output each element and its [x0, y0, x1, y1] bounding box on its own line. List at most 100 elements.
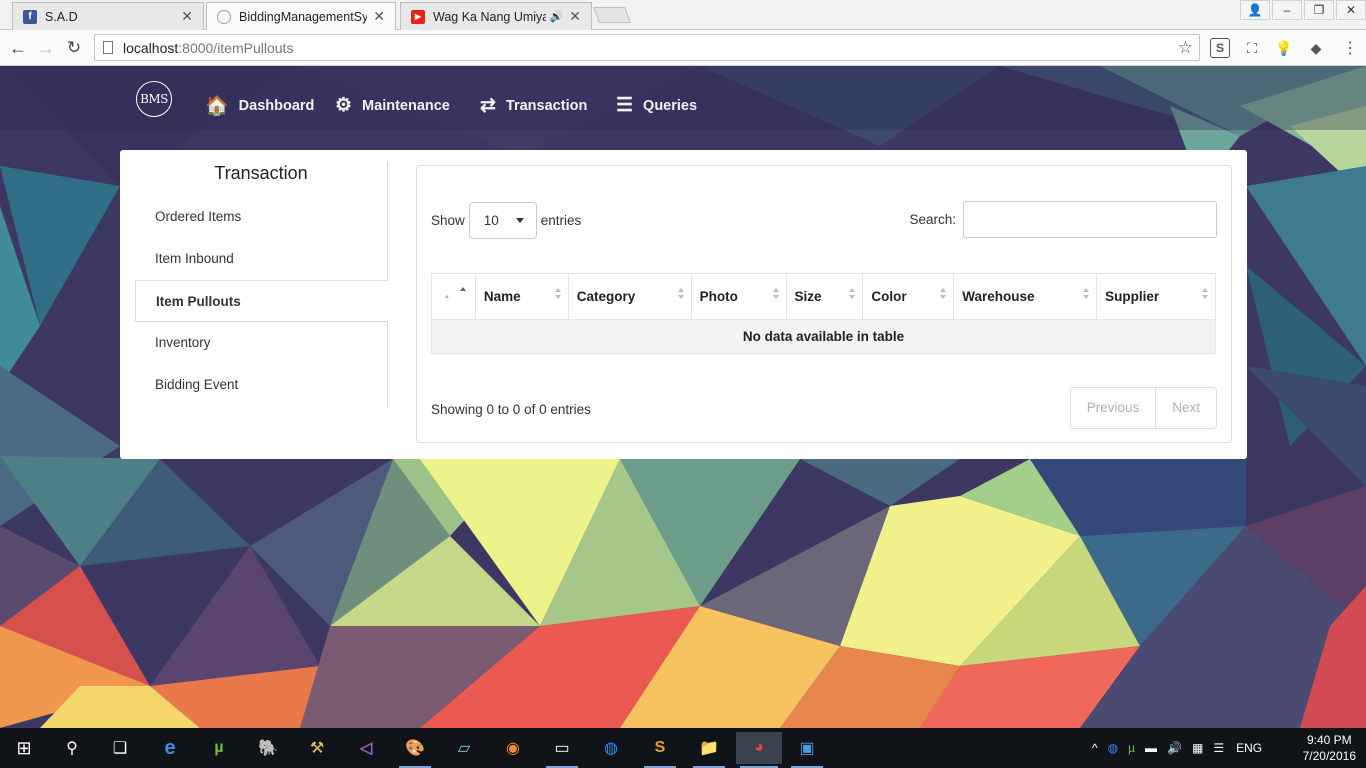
reload-button[interactable]: ↻	[62, 36, 86, 60]
search-icon[interactable]: ⚲	[52, 732, 92, 764]
sublime-icon[interactable]: S	[640, 732, 680, 768]
entries-select-value: 10	[483, 213, 499, 228]
visual-studio-icon[interactable]: ◁	[346, 732, 386, 764]
audio-playing-icon[interactable]: 🔊	[550, 10, 564, 23]
entries-select[interactable]: 10	[468, 202, 537, 239]
tray-utorrent-icon[interactable]: µ	[1128, 741, 1135, 755]
column-header-category[interactable]: Category	[567, 273, 692, 320]
search-control: Search:	[909, 201, 1217, 238]
url-text: localhost:8000/itemPullouts	[123, 39, 294, 56]
restore-button[interactable]: ❐	[1304, 0, 1334, 20]
battery-icon[interactable]: ▬	[1145, 741, 1157, 755]
search-input[interactable]	[963, 201, 1217, 238]
chrome-menu-icon[interactable]: ⋮	[1340, 38, 1360, 58]
clock-time: 9:40 PM	[1306, 733, 1352, 747]
language-indicator[interactable]: ENG	[1236, 741, 1262, 755]
extension-s-icon[interactable]: S	[1210, 38, 1230, 58]
tools-icon[interactable]: ⚒	[297, 732, 337, 764]
sidebar-item-bidding-event[interactable]: Bidding Event	[135, 364, 387, 406]
page-loading-icon	[217, 9, 231, 24]
datatable-card: Show 10 entries Search: ▲ Name Category …	[416, 165, 1232, 443]
screenshot-extension-icon[interactable]: ⛶	[1242, 38, 1262, 58]
app-icon[interactable]: ▣	[787, 732, 827, 768]
sidebar-title: Transaction	[214, 163, 308, 183]
youtube-icon: ▶	[411, 9, 425, 24]
page-viewport: BMS 🏠 Dashboard ⚙ Maintenance ⇄ Transact…	[0, 66, 1366, 728]
sidebar-item-item-pullouts[interactable]: Item Pullouts	[135, 280, 388, 322]
task-view-icon[interactable]: ❏	[100, 732, 140, 764]
nav-queries[interactable]: ☰ Queries	[616, 94, 697, 117]
clock-date: 7/20/2016	[1302, 749, 1356, 763]
tab-youtube[interactable]: ▶ Wag Ka Nang Umiyak 🔊 ✕	[400, 2, 592, 30]
tray-messenger-icon[interactable]: ◍	[1108, 741, 1118, 755]
explorer-icon[interactable]: 📁	[689, 732, 729, 768]
clock[interactable]: 9:40 PM 7/20/2016	[1303, 732, 1356, 764]
back-button[interactable]: ←	[6, 36, 30, 60]
tab-facebook[interactable]: f S.A.D ✕	[12, 2, 204, 30]
tab-bidding[interactable]: BiddingManagementSyst ✕	[206, 2, 396, 30]
column-header-photo[interactable]: Photo	[690, 273, 787, 320]
notepad-icon[interactable]: ▱	[444, 732, 484, 764]
profile-icon[interactable]: 👤	[1240, 0, 1270, 20]
utorrent-icon[interactable]: µ	[199, 732, 239, 764]
nav-label: Queries	[643, 97, 698, 114]
system-tray: ^ ◍ µ ▬ 🔊 ▦ ☰ ENG	[1092, 728, 1262, 768]
sort-icon	[772, 288, 780, 304]
lightbulb-extension-icon[interactable]: 💡	[1274, 38, 1294, 58]
item-pullouts-table: ▲ Name Category Photo Size Color Warehou…	[431, 273, 1216, 354]
start-icon[interactable]: ⊞	[4, 732, 44, 764]
column-header-warehouse[interactable]: Warehouse	[953, 273, 1098, 320]
new-tab-button[interactable]	[593, 7, 631, 23]
pagination: Previous Next	[1069, 387, 1217, 429]
search-label: Search:	[909, 212, 956, 227]
tab-close-icon[interactable]: ✕	[569, 8, 581, 25]
network-icon[interactable]: ▦	[1192, 741, 1203, 755]
forward-button[interactable]: →	[34, 36, 58, 60]
tab-title: BiddingManagementSyst	[239, 9, 368, 24]
tab-title: S.A.D	[45, 9, 78, 24]
windows-taskbar: ⊞ ⚲ ❏ e µ 🐘 ⚒ ◁ 🎨 ▱ ◉ ▭ ◍ S 📁 ◕ ▣ ^ ◍ µ …	[0, 728, 1366, 768]
minimize-button[interactable]: –	[1272, 0, 1302, 20]
cmd-icon[interactable]: ▭	[542, 732, 582, 768]
gears-icon: ⚙	[335, 95, 353, 116]
sort-icon	[677, 288, 685, 304]
sort-asc-icon	[459, 287, 467, 303]
pgadmin-icon[interactable]: 🐘	[248, 732, 288, 764]
edge-icon[interactable]: e	[150, 732, 190, 764]
tab-close-icon[interactable]: ✕	[373, 8, 385, 25]
sort-small-icon: ▲	[444, 294, 450, 300]
column-header-supplier[interactable]: Supplier	[1096, 273, 1216, 320]
previous-button[interactable]: Previous	[1071, 388, 1156, 428]
column-header-index[interactable]: ▲	[431, 273, 476, 320]
bms-logo[interactable]: BMS	[136, 81, 172, 117]
address-bar[interactable]: localhost:8000/itemPullouts ☆	[94, 34, 1200, 61]
notifications-icon[interactable]: ☰	[1213, 741, 1224, 755]
sidebar-item-inventory[interactable]: Inventory	[135, 322, 387, 364]
nav-dashboard[interactable]: 🏠 Dashboard	[205, 94, 314, 118]
nav-transaction[interactable]: ⇄ Transaction	[480, 94, 587, 117]
column-header-color[interactable]: Color	[862, 273, 955, 320]
extension-icon[interactable]: ◆	[1306, 38, 1326, 58]
browser-tabstrip: f S.A.D ✕ BiddingManagementSyst ✕ ▶ Wag …	[0, 0, 1366, 30]
sidebar-item-ordered-items[interactable]: Ordered Items	[135, 196, 387, 238]
next-button[interactable]: Next	[1155, 388, 1216, 428]
volume-icon[interactable]: 🔊	[1167, 741, 1182, 755]
top-navbar: BMS 🏠 Dashboard ⚙ Maintenance ⇄ Transact…	[0, 66, 1366, 130]
chrome-icon[interactable]: ◕	[736, 732, 782, 768]
nav-label: Dashboard	[238, 98, 315, 114]
nav-maintenance[interactable]: ⚙ Maintenance	[335, 94, 450, 117]
facebook-icon: f	[23, 9, 37, 24]
column-header-name[interactable]: Name	[474, 273, 569, 320]
home-icon: 🏠	[205, 96, 229, 117]
sort-icon	[940, 288, 947, 304]
tab-close-icon[interactable]: ✕	[181, 8, 193, 25]
column-header-size[interactable]: Size	[785, 273, 864, 320]
messenger-icon[interactable]: ◍	[591, 732, 631, 764]
bookmark-star-icon[interactable]: ☆	[1178, 38, 1193, 58]
tray-expand-icon[interactable]: ^	[1092, 741, 1098, 755]
firefox-icon[interactable]: ◉	[493, 732, 533, 764]
close-window-button[interactable]: ✕	[1336, 0, 1366, 20]
sidebar-item-item-inbound[interactable]: Item Inbound	[135, 238, 387, 280]
paint-icon[interactable]: 🎨	[395, 732, 435, 768]
caret-down-icon	[515, 218, 524, 223]
